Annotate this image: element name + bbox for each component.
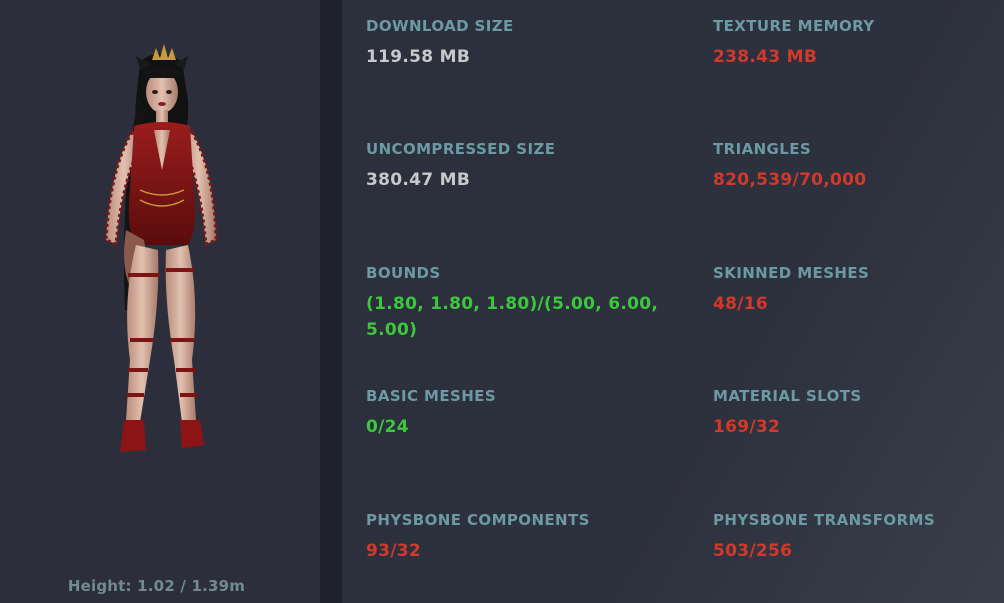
stat-title: PHYSBONE COMPONENTS: [366, 511, 590, 529]
stat-value: 119.58 MB: [366, 47, 471, 67]
stat-value: 169/32: [713, 417, 781, 437]
stat-triangles: TRIANGLES 820,539/70,000: [713, 139, 1004, 193]
avatar-preview-image: [70, 40, 250, 460]
stat-title: DOWNLOAD SIZE: [366, 17, 514, 35]
stat-basic-meshes: BASIC MESHES 0/24: [366, 386, 666, 440]
stat-value: 820,539/70,000: [713, 170, 867, 190]
stat-title: BASIC MESHES: [366, 387, 497, 405]
stat-title: MATERIAL SLOTS: [713, 387, 862, 405]
avatar-height-label: Height: 1.02 / 1.39m: [67, 577, 246, 595]
panel-divider: [320, 0, 342, 603]
avatar-stats-window: Height: 1.02 / 1.39m DOWNLOAD SIZE 119.5…: [0, 0, 1004, 603]
performance-stats-panel: DOWNLOAD SIZE 119.58 MB TEXTURE MEMORY 2…: [342, 0, 1004, 603]
stat-physbone-transforms: PHYSBONE TRANSFORMS 503/256: [713, 510, 1004, 564]
stat-value: 48/16: [713, 294, 769, 314]
stat-material-slots: MATERIAL SLOTS 169/32: [713, 386, 1004, 440]
avatar-preview-panel: Height: 1.02 / 1.39m: [0, 0, 320, 603]
stat-value: 93/32: [366, 541, 422, 561]
stat-physbone-components: PHYSBONE COMPONENTS 93/32: [366, 510, 666, 564]
stat-value: 238.43 MB: [713, 47, 818, 67]
stat-bounds: BOUNDS (1.80, 1.80, 1.80)/(5.00, 6.00, 5…: [366, 263, 676, 343]
stat-value: 0/24: [366, 417, 409, 437]
stat-value: (1.80, 1.80, 1.80)/(5.00, 6.00, 5.00): [366, 294, 659, 340]
stat-title: TEXTURE MEMORY: [713, 17, 875, 35]
stat-title: PHYSBONE TRANSFORMS: [713, 511, 936, 529]
stat-title: UNCOMPRESSED SIZE: [366, 140, 556, 158]
stat-title: BOUNDS: [366, 264, 441, 282]
stat-value: 380.47 MB: [366, 170, 471, 190]
stat-title: TRIANGLES: [713, 140, 812, 158]
stat-download-size: DOWNLOAD SIZE 119.58 MB: [366, 16, 666, 70]
stat-texture-memory: TEXTURE MEMORY 238.43 MB: [713, 16, 1004, 70]
stat-title: SKINNED MESHES: [713, 264, 870, 282]
stat-value: 503/256: [713, 541, 793, 561]
stat-uncompressed-size: UNCOMPRESSED SIZE 380.47 MB: [366, 139, 666, 193]
stat-skinned-meshes: SKINNED MESHES 48/16: [713, 263, 1004, 317]
